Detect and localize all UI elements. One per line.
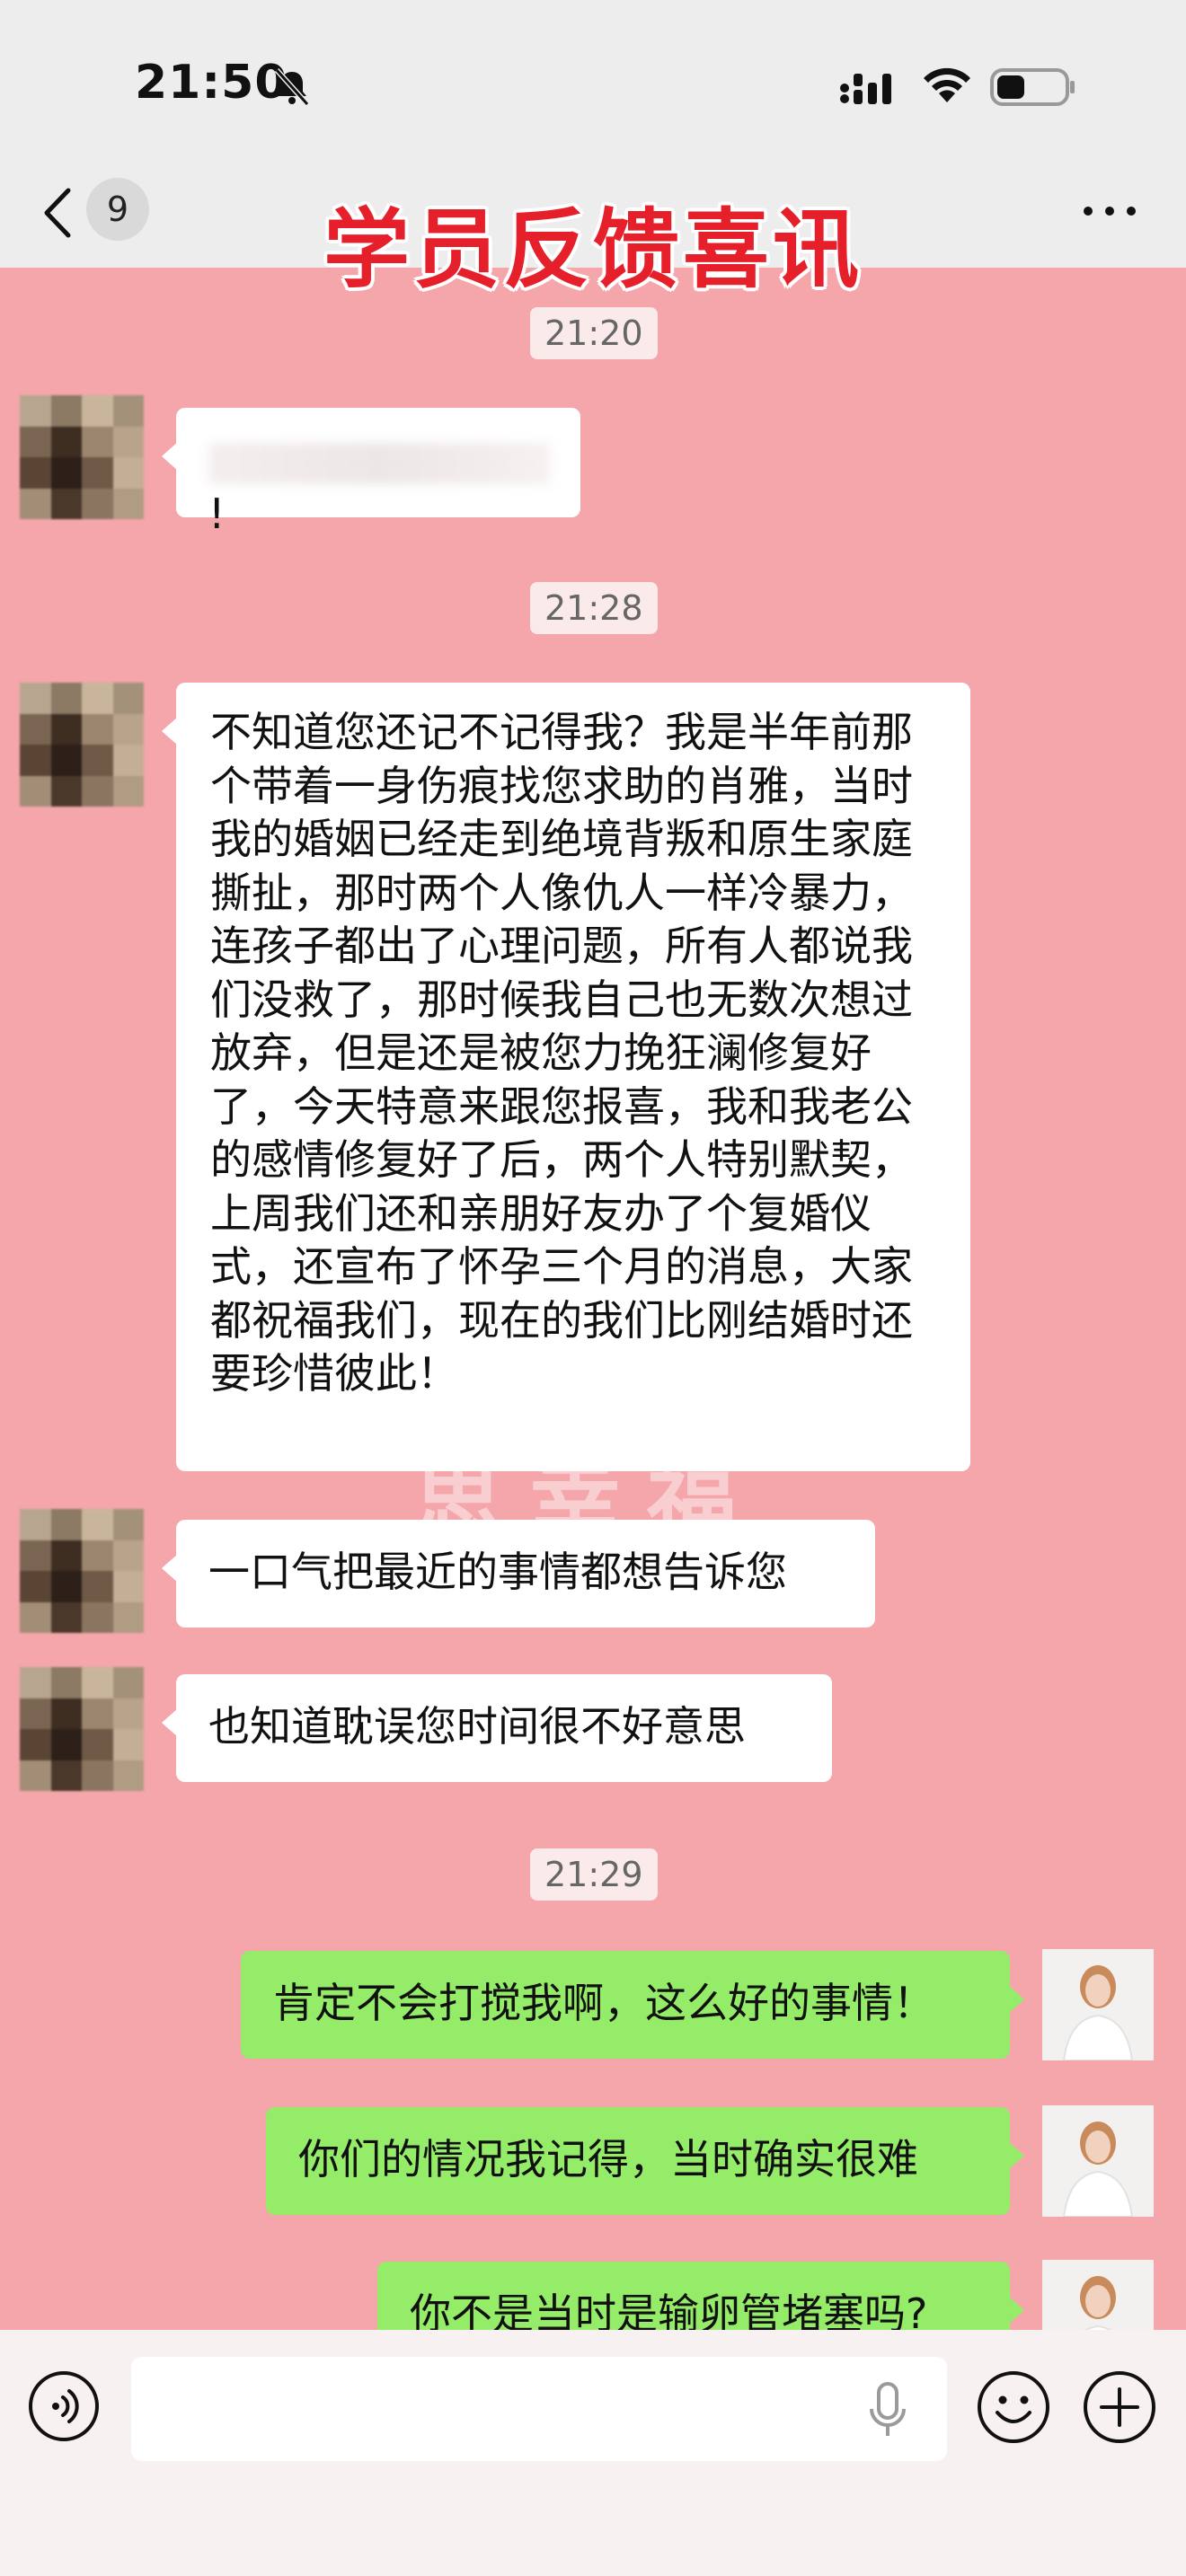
status-time: 21:50	[135, 56, 288, 110]
message-bubble-received[interactable]: 不知道您还记不记得我？我是半年前那个带着一身伤痕找您求助的肖雅，当时我的婚姻已经…	[162, 683, 970, 1471]
person-photo-icon	[1042, 2105, 1154, 2217]
message-text: !	[208, 490, 226, 538]
wifi-icon	[924, 67, 970, 102]
message-bubble-received[interactable]: 一口气把最近的事情都想告诉您	[162, 1520, 875, 1628]
message-bubble-sent[interactable]: 肯定不会打搅我啊，这么好的事情！	[241, 1951, 1024, 2059]
cellular-signal-icon	[840, 74, 891, 104]
voice-mode-icon[interactable]	[27, 2369, 101, 2443]
message-text: 一口气把最近的事情都想告诉您	[208, 1548, 787, 1596]
timestamp: 21:28	[530, 582, 658, 634]
my-avatar[interactable]	[1042, 1949, 1154, 2060]
more-options-icon[interactable]	[1081, 198, 1138, 225]
message-input[interactable]	[131, 2357, 947, 2461]
message-bubble-sent[interactable]: 你们的情况我记得，当时确实很难	[266, 2107, 1024, 2215]
contact-avatar[interactable]	[20, 1667, 144, 1791]
bell-muted-icon	[274, 67, 310, 107]
message-bubble-received[interactable]: 也知道耽误您时间很不好意思	[162, 1674, 832, 1782]
contact-avatar[interactable]	[20, 1509, 144, 1633]
plus-icon[interactable]	[1082, 2369, 1157, 2445]
chat-screen: 21:50 9 学员反馈喜讯 思幸福 21:20 ! 21:28 不知道您还记不…	[0, 0, 1186, 2576]
message-text: 不知道您还记不记得我？我是半年前那个带着一身伤痕找您求助的肖雅，当时我的婚姻已经…	[210, 708, 913, 1398]
message-text: 你们的情况我记得，当时确实很难	[298, 2135, 918, 2183]
timestamp: 21:29	[530, 1848, 658, 1901]
my-avatar[interactable]	[1042, 2105, 1154, 2217]
microphone-icon[interactable]	[868, 2382, 907, 2439]
banner-title: 学员反馈喜讯	[323, 199, 863, 300]
contact-avatar[interactable]	[20, 683, 144, 807]
contact-avatar[interactable]	[20, 395, 144, 519]
message-text: 也知道耽误您时间很不好意思	[208, 1702, 746, 1751]
emoji-icon[interactable]	[976, 2369, 1051, 2445]
person-photo-icon	[1042, 1949, 1154, 2060]
message-text: 肯定不会打搅我啊，这么好的事情！	[273, 1979, 934, 2027]
blurred-content	[208, 442, 550, 484]
unread-count-badge[interactable]: 9	[86, 178, 149, 241]
timestamp: 21:20	[530, 307, 658, 359]
back-arrow-icon[interactable]	[40, 185, 75, 241]
battery-icon	[990, 68, 1075, 106]
message-bubble-received[interactable]: !	[162, 408, 580, 538]
